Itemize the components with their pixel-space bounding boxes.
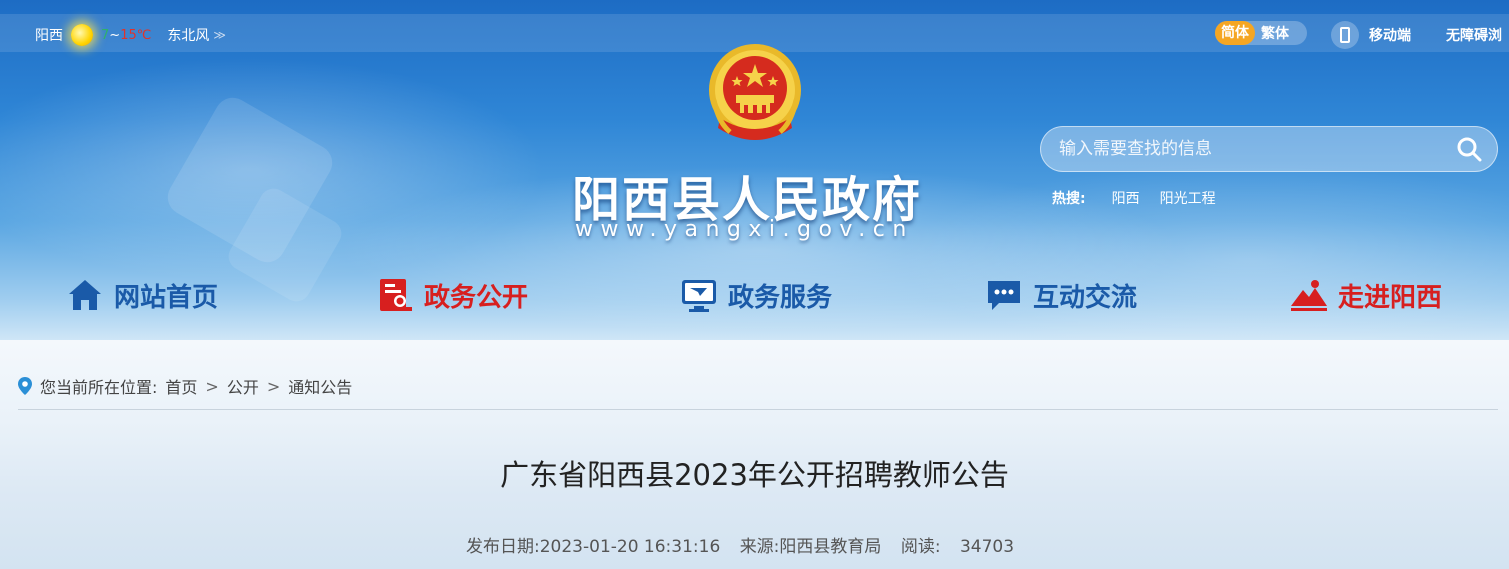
national-emblem-icon [709, 44, 801, 140]
wind-direction: 东北风 [167, 28, 210, 44]
sun-icon [71, 24, 93, 46]
nav-government-affairs[interactable]: 政务公开 [376, 270, 528, 320]
language-toggle: 简体 繁体 [1215, 21, 1307, 45]
document-icon [380, 279, 412, 311]
publish-date: 发布日期:2023-01-20 16:31:16 [466, 537, 721, 557]
temp-high: 15℃ [120, 27, 152, 43]
phone-icon [1331, 21, 1359, 49]
traditional-chinese-button[interactable]: 繁体 [1261, 23, 1289, 43]
nav-interaction-label: 互动交流 [1033, 282, 1138, 313]
screen-icon [682, 280, 716, 312]
breadcrumb-separator: > [205, 376, 219, 396]
nav-government-service-label: 政务服务 [728, 282, 833, 313]
breadcrumb-prefix: 您当前所在位置: [40, 378, 158, 397]
hot-search-item[interactable]: 阳光工程 [1160, 188, 1216, 208]
simplified-chinese-button[interactable]: 简体 [1215, 21, 1255, 45]
article-meta: 发布日期:2023-01-20 16:31:16 来源:阳西县教育局 阅读: 3… [466, 532, 1028, 557]
breadcrumb-separator: > [266, 376, 281, 396]
mobile-link-label: 移动端 [1369, 28, 1411, 44]
double-chevron-right-icon[interactable]: ≫ [213, 28, 226, 42]
search-input[interactable] [1059, 127, 1449, 171]
temp-separator: ~ [109, 27, 121, 43]
read-count-label: 阅读: [900, 537, 941, 557]
chat-icon [988, 281, 1020, 310]
temp-low: 7 [101, 27, 110, 43]
location-pin-icon [18, 377, 32, 395]
nav-interaction[interactable]: 互动交流 [985, 270, 1137, 320]
weather-city: 阳西 [35, 28, 63, 44]
hot-search-item[interactable]: 阳西 [1112, 188, 1140, 208]
weather-widget: 阳西 7 ~ 15℃ 东北风 ≫ [35, 24, 226, 46]
search-icon[interactable] [1456, 136, 1482, 162]
nav-about-yangxi-label: 走进阳西 [1338, 282, 1443, 313]
site-url: www.yangxi.gov.cn [575, 217, 914, 242]
mobile-link[interactable]: 移动端 [1331, 21, 1411, 49]
nav-government-service[interactable]: 政务服务 [680, 270, 832, 320]
nav-home-label: 网站首页 [114, 282, 219, 313]
main-nav: 网站首页 政务公开 政务服务 互动交流 走进阳西 [0, 270, 1509, 325]
hot-search: 热搜: 阳西 阳光工程 [1052, 188, 1236, 208]
article-title: 广东省阳西县2023年公开招聘教师公告 [500, 458, 1009, 492]
breadcrumb: 您当前所在位置: 首页 > 公开 > 通知公告 [18, 374, 360, 398]
breadcrumb-item-open[interactable]: 公开 [227, 374, 259, 398]
article-source: 来源:阳西县教育局 [739, 537, 882, 557]
hot-search-label: 热搜: [1052, 191, 1086, 207]
mountain-icon [1291, 280, 1327, 311]
breadcrumb-item-home[interactable]: 首页 [165, 374, 197, 398]
accessibility-link[interactable]: 无障碍浏 [1446, 25, 1502, 45]
nav-home[interactable]: 网站首页 [66, 270, 218, 320]
home-icon [69, 280, 101, 310]
nav-government-affairs-label: 政务公开 [424, 282, 529, 313]
nav-about-yangxi[interactable]: 走进阳西 [1290, 270, 1442, 320]
read-count: 34703 [959, 537, 1015, 557]
search-box [1040, 126, 1498, 172]
breadcrumb-divider [18, 409, 1498, 410]
breadcrumb-item-notices[interactable]: 通知公告 [288, 374, 352, 398]
